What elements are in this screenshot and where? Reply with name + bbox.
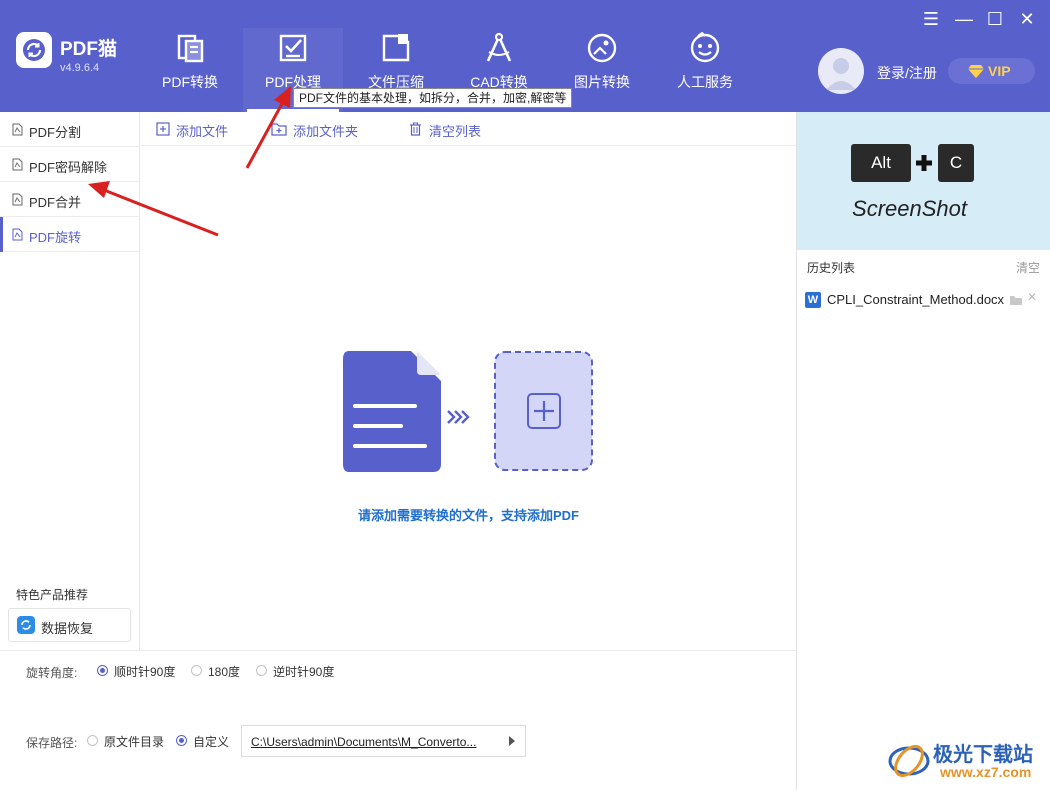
image-convert-icon — [587, 33, 617, 63]
watermark-url: www.xz7.com — [940, 764, 1032, 780]
featured-item-label: 数据恢复 — [41, 621, 94, 636]
nav-tooltip: PDF文件的基本处理，如拆分，合并，加密,解密等 — [293, 88, 573, 108]
save-path-label: 保存路径: — [26, 736, 78, 750]
ad-caption: ScreenShot — [852, 196, 967, 221]
file-drop-area[interactable]: 请添加需要转换的文件，支持添加PDF — [141, 147, 796, 650]
radio-circle — [97, 665, 108, 676]
maximize-button[interactable]: ☐ — [984, 8, 1006, 30]
close-button[interactable]: ✕ — [1016, 8, 1038, 30]
pdf-file-icon — [12, 193, 23, 206]
nav-tab-label: 人工服务 — [677, 74, 733, 90]
site-watermark: 极光下载站 www.xz7.com — [888, 736, 1048, 786]
sidebar-item-pdf-split[interactable]: PDF分割 — [0, 112, 139, 147]
pdf-file-icon — [12, 228, 23, 241]
sidebar-item-label: PDF合并 — [29, 195, 82, 210]
nav-tab-pdf-convert[interactable]: PDF转换 — [140, 28, 240, 112]
watermark-text: 极光下载站 — [933, 744, 1033, 766]
save-path-selector[interactable]: C:\Users\admin\Documents\M_Converto... — [241, 725, 526, 757]
add-file-illustration-icon — [343, 351, 593, 472]
user-avatar-icon[interactable] — [818, 48, 864, 94]
file-compress-icon — [382, 34, 410, 62]
app-version: v4.9.6.4 — [60, 62, 100, 74]
screenshot-shortcut-icon — [851, 144, 974, 182]
trash-icon — [410, 122, 421, 136]
radio-circle — [176, 735, 187, 746]
radio-label: 原文件目录 — [104, 735, 165, 749]
app-logo — [16, 32, 52, 68]
sidebar-item-pdf-merge[interactable]: PDF合并 — [0, 182, 139, 217]
screenshot-ad-banner[interactable]: Alt C ScreenShot — [797, 112, 1050, 250]
remove-icon[interactable]: ✕ — [1027, 290, 1037, 304]
customer-service-icon — [690, 32, 720, 63]
featured-products-label: 特色产品推荐 — [16, 588, 89, 602]
add-folder-icon — [271, 123, 287, 136]
sidebar: PDF分割 PDF密码解除 PDF合并 PDF旋转 特色产品推荐 数据恢复 — [0, 112, 140, 650]
sidebar-item-label: PDF密码解除 — [29, 160, 108, 175]
word-file-icon: W — [805, 292, 821, 308]
right-panel: Alt C ScreenShot 历史列表 清空 W CPLI_Constrai… — [796, 112, 1050, 790]
vip-button[interactable]: VIP — [948, 58, 1035, 84]
sidebar-item-pdf-rotate[interactable]: PDF旋转 — [0, 217, 139, 252]
history-list-title: 历史列表 — [807, 261, 856, 275]
folder-icon[interactable] — [1009, 295, 1023, 306]
add-file-label: 添加文件 — [176, 124, 229, 139]
history-file-name: CPLI_Constraint_Method.docx — [827, 292, 1005, 307]
ad-key-c: C — [949, 153, 963, 172]
radio-label: 逆时针90度 — [273, 665, 335, 679]
sidebar-item-pdf-unlock[interactable]: PDF密码解除 — [0, 147, 139, 182]
radio-circle — [191, 665, 202, 676]
login-register-link[interactable]: 登录/注册 — [877, 63, 937, 83]
add-folder-label: 添加文件夹 — [293, 124, 359, 139]
clear-list-label: 清空列表 — [429, 124, 482, 139]
add-file-icon — [156, 122, 170, 136]
drop-hint-text: 请添加需要转换的文件，支持添加PDF — [357, 508, 579, 523]
pdf-process-icon — [279, 34, 307, 62]
history-clear-button[interactable]: 清空 — [1016, 259, 1040, 276]
sidebar-item-label: PDF分割 — [29, 125, 82, 140]
file-toolbar: 添加文件 添加文件夹 清空列表 — [141, 112, 796, 146]
pdf-file-icon — [12, 123, 23, 136]
minimize-button[interactable]: — — [953, 8, 975, 30]
pdf-file-icon — [12, 158, 23, 171]
radio-label: 顺时针90度 — [114, 665, 176, 679]
watermark-logo-icon — [888, 744, 930, 778]
featured-data-recovery[interactable]: 数据恢复 — [8, 608, 131, 642]
radio-circle — [256, 665, 267, 676]
app-name: PDF猫 — [60, 39, 118, 60]
save-path-text: C:\Users\admin\Documents\M_Converto... — [251, 735, 477, 749]
radio-label: 180度 — [208, 665, 241, 679]
options-panel: 旋转角度: 顺时针90度 180度 逆时针90度 保存路径: 原文件目录 自定义… — [0, 650, 796, 790]
radio-circle — [87, 735, 98, 746]
nav-tab-customer-service[interactable]: 人工服务 — [655, 28, 755, 112]
radio-label: 自定义 — [193, 735, 230, 749]
vip-label: VIP — [988, 63, 1011, 79]
ad-key-alt: Alt — [871, 153, 891, 172]
cad-convert-icon — [486, 32, 512, 62]
rotate-angle-label: 旋转角度: — [26, 666, 78, 680]
sidebar-item-label: PDF旋转 — [29, 230, 82, 245]
data-recovery-icon — [17, 616, 35, 634]
history-list-item[interactable]: W CPLI_Constraint_Method.docx ✕ — [805, 290, 1043, 310]
menu-button[interactable]: ☰ — [920, 8, 942, 30]
chevron-right-icon — [509, 736, 515, 746]
pdf-convert-icon — [177, 34, 204, 63]
diamond-icon — [968, 65, 984, 78]
nav-tab-label: PDF转换 — [162, 74, 218, 90]
